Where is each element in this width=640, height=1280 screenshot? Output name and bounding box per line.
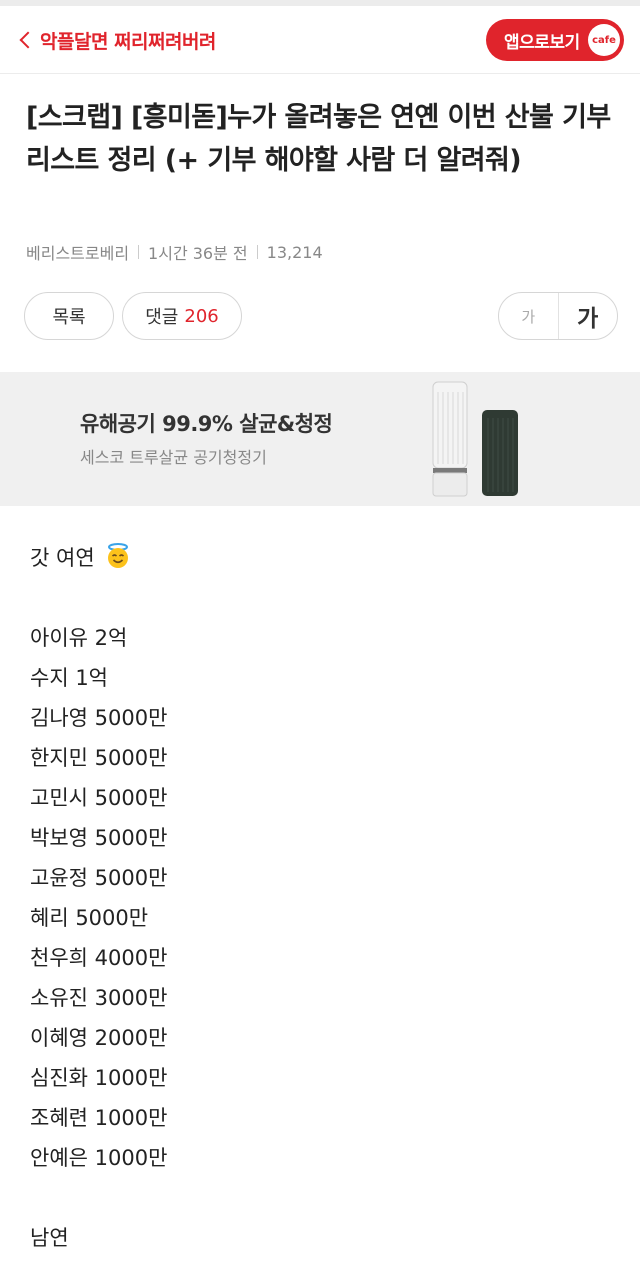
donation-list-item: 한지민 5000만 <box>30 746 168 770</box>
post-time: 1시간 36분 전 <box>148 244 248 263</box>
chevron-left-icon <box>19 31 37 49</box>
post-meta: 베리스트로베리 1시간 36분 전 13,214 <box>26 240 323 264</box>
author-name[interactable]: 베리스트로베리 <box>26 240 129 264</box>
donation-list-item: 안예은 1000만 <box>30 1146 168 1170</box>
cafe-logo-icon: cafe <box>588 24 620 56</box>
ad-headline: 유해공기 99.9% 살균&청정 <box>80 412 333 436</box>
font-size-large-button[interactable]: 가 <box>559 293 618 339</box>
view-count: 13,214 <box>266 242 323 262</box>
cafe-name: 악플달면 쩌리쩌려버려 <box>40 30 216 53</box>
ad-banner[interactable]: 유해공기 99.9% 살균&청정 세스코 트루살균 공기청정기 <box>0 372 640 506</box>
donation-list-item: 아이유 2억 <box>30 626 128 650</box>
font-size-toggle: 가 가 <box>498 292 618 340</box>
smiling-face-with-halo-icon <box>108 543 129 568</box>
donation-list-item: 조혜련 1000만 <box>30 1106 168 1130</box>
donation-list-item: 고민시 5000만 <box>30 786 168 810</box>
donation-list-item: 이혜영 2000만 <box>30 1026 168 1050</box>
donation-list-item: 혜리 5000만 <box>30 906 149 930</box>
donation-list-item: 심진화 1000만 <box>30 1066 168 1090</box>
male-section-heading: 남연 <box>30 1226 69 1250</box>
meta-divider <box>138 245 140 259</box>
font-size-small-button[interactable]: 가 <box>499 293 559 339</box>
donation-list-item: 천우희 4000만 <box>30 946 168 970</box>
donation-list-item: 수지 1억 <box>30 666 108 690</box>
post-title: [스크랩] [흥미돋]누가 올려놓은 연옌 이번 산불 기부리스트 정리 (+ … <box>26 102 611 176</box>
post-body: 갓 여연 아이유 2억수지 1억김나영 5000만한지민 5000만고민시 50… <box>30 538 610 1258</box>
open-in-app-button[interactable]: 앱으로보기 cafe <box>486 19 624 61</box>
donation-list-item: 박보영 5000만 <box>30 826 168 850</box>
comments-count: 206 <box>184 305 219 327</box>
air-purifier-white-image <box>432 381 468 497</box>
donation-list-item: 고윤정 5000만 <box>30 866 168 890</box>
back-to-cafe-link[interactable]: 악플달면 쩌리쩌려버려 <box>16 24 216 56</box>
comments-button[interactable]: 댓글 206 <box>122 292 242 340</box>
list-button-label: 목록 <box>52 307 86 328</box>
female-heading-text: 갓 여연 <box>30 546 95 570</box>
list-button[interactable]: 목록 <box>24 292 114 340</box>
air-purifier-green-image <box>482 410 518 496</box>
comments-button-label: 댓글 <box>145 307 179 328</box>
ad-subtitle: 세스코 트루살균 공기청정기 <box>80 448 267 467</box>
donation-list-item: 김나영 5000만 <box>30 706 168 730</box>
female-donation-list: 아이유 2억수지 1억김나영 5000만한지민 5000만고민시 5000만박보… <box>30 618 610 1178</box>
meta-divider <box>256 245 258 259</box>
top-bar: 악플달면 쩌리쩌려버려 앱으로보기 cafe <box>0 6 640 74</box>
donation-list-item: 소유진 3000만 <box>30 986 168 1010</box>
female-section-heading: 갓 여연 <box>30 538 610 578</box>
open-in-app-label: 앱으로보기 <box>504 32 580 53</box>
